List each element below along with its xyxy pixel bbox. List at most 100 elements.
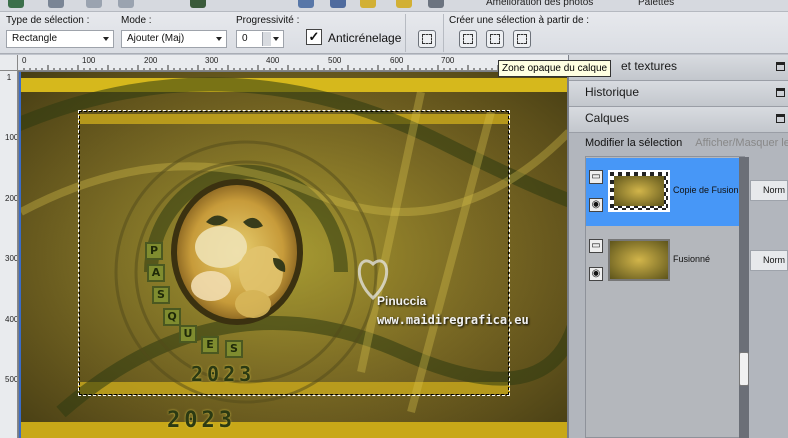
image-icon[interactable]: [298, 0, 314, 8]
ruler-tick-label: 400: [266, 56, 280, 65]
marquee-icon: [490, 34, 500, 44]
feather-input[interactable]: 0: [236, 30, 284, 48]
panel-layers-label: Calques: [585, 111, 630, 125]
ruler-tick-label: 200: [5, 194, 18, 203]
document-icon[interactable]: [428, 0, 444, 8]
show-hide-button[interactable]: Afficher/Masquer les: [695, 137, 788, 149]
selection-type-label: Type de sélection :: [6, 15, 90, 26]
chevron-down-icon: [216, 37, 222, 41]
layer-type-icon: ▭: [589, 239, 603, 253]
ruler-ticks: [23, 65, 565, 70]
ruler-tick-label: 700: [441, 56, 455, 65]
ruler-tick-label: 600: [390, 56, 404, 65]
marquee-icon: [422, 34, 432, 44]
layer-toolbar: Modifier la sélection Afficher/Masquer l…: [569, 134, 788, 155]
eye-icon[interactable]: ◉: [589, 198, 603, 212]
maximize-icon[interactable]: [776, 62, 785, 71]
rotate-icon[interactable]: [190, 0, 206, 8]
scrollbar-thumb[interactable]: [739, 352, 749, 386]
mode-label: Mode :: [121, 15, 152, 26]
letter-tile: U: [179, 325, 197, 343]
spinner-icon[interactable]: [262, 32, 271, 46]
image-window: 0 100 200 300 400 500 600 700 1 100 200 …: [0, 55, 568, 438]
year-text-large: 2023: [167, 408, 236, 433]
marquee-icon: [517, 34, 527, 44]
tool-options-bar: Type de sélection : Rectangle Mode : Ajo…: [0, 12, 788, 54]
palettes-menu[interactable]: Palettes: [638, 0, 674, 8]
letter-tile: E: [201, 336, 219, 354]
horizontal-ruler: 0 100 200 300 400 500 600 700: [18, 55, 568, 71]
marquee-icon: [463, 34, 473, 44]
ruler-tick-label: 100: [82, 56, 96, 65]
create-from-label: Créer une sélection à partir de :: [449, 15, 590, 26]
maximize-icon[interactable]: [776, 114, 785, 123]
feather-label: Progressivité :: [236, 15, 300, 26]
ruler-corner: [0, 55, 18, 71]
selection-type-select[interactable]: Rectangle: [6, 30, 114, 48]
panel-history-title[interactable]: Historique: [569, 81, 788, 107]
layer-row[interactable]: ▭ ◉ Copie de Fusionn: [586, 158, 744, 226]
layer-thumbnail: [608, 239, 670, 281]
panel-history-label: Historique: [585, 85, 640, 99]
ruler-tick-label: 1: [6, 73, 12, 82]
save-icon[interactable]: [330, 0, 346, 8]
ruler-tick-label: 500: [5, 375, 18, 384]
tool-icon[interactable]: [8, 0, 24, 8]
ruler-tick-label: 300: [205, 56, 219, 65]
selection-none-button[interactable]: [418, 30, 436, 48]
selection-marquee[interactable]: [78, 110, 510, 396]
ruler-tick-label: 500: [328, 56, 342, 65]
ruler-tick-label: 300: [5, 254, 18, 263]
selection-type-value: Rectangle: [12, 33, 58, 44]
letter-tile: P: [145, 242, 163, 260]
chevron-down-icon: [103, 37, 109, 41]
ruler-tick-label: 100: [5, 133, 18, 142]
year-text: 2023: [191, 362, 256, 386]
top-toolbar: Amélioration des photos Palettes: [0, 0, 788, 12]
layer-name[interactable]: Copie de Fusionn: [673, 185, 744, 195]
canvas-image[interactable]: P A S Q U E S 2023 2023: [19, 72, 567, 438]
blend-mode-select[interactable]: Norm: [750, 250, 788, 271]
watermark-name: Pinuccia: [377, 294, 427, 308]
letter-tile: Q: [163, 308, 181, 326]
maximize-icon[interactable]: [776, 88, 785, 97]
chevron-down-icon[interactable]: [273, 37, 279, 41]
photo-enhance-menu[interactable]: Amélioration des photos: [486, 0, 593, 8]
tooltip: Zone opaque du calque: [498, 60, 612, 77]
feather-value: 0: [242, 33, 248, 44]
print-icon[interactable]: [48, 0, 64, 8]
layers-list: ▭ ◉ Copie de Fusionn ▭ ◉ Fusionné: [585, 156, 745, 438]
selection-from-opaque-button[interactable]: [486, 30, 504, 48]
palette-panel: et textures Historique Calques Modifier …: [568, 55, 788, 438]
redo-icon[interactable]: [118, 0, 134, 8]
watermark-url: www.maidiregrafica.eu: [377, 313, 529, 327]
antialias-label: Anticrénelage: [328, 31, 402, 45]
blend-mode-select[interactable]: Norm: [750, 180, 788, 201]
eye-icon[interactable]: ◉: [589, 267, 603, 281]
modify-selection-button[interactable]: Modifier la sélection: [585, 137, 682, 149]
layer-type-icon: ▭: [589, 170, 603, 184]
layer-name[interactable]: Fusionné: [673, 254, 710, 264]
undo-icon[interactable]: [86, 0, 102, 8]
mode-select[interactable]: Ajouter (Maj): [121, 30, 227, 48]
layers-scrollbar[interactable]: [739, 157, 749, 438]
mode-value: Ajouter (Maj): [127, 33, 185, 44]
letter-tile: S: [152, 286, 170, 304]
zoom-icon[interactable]: [360, 0, 376, 8]
panel-materials-label: et textures: [621, 59, 678, 73]
antialias-checkbox[interactable]: ✓: [306, 29, 322, 45]
ruler-tick-label: 0: [22, 56, 27, 65]
letter-tile: A: [147, 264, 165, 282]
layer-row[interactable]: ▭ ◉ Fusionné: [586, 227, 742, 295]
selection-from-mask-button[interactable]: [513, 30, 531, 48]
separator: [405, 14, 406, 52]
thumbnail-art: [614, 176, 664, 206]
ruler-tick-label: 200: [144, 56, 158, 65]
separator: [443, 14, 444, 52]
ruler-tick-label: 400: [5, 315, 18, 324]
panel-layers-title[interactable]: Calques: [569, 107, 788, 133]
letter-tile: S: [225, 340, 243, 358]
selection-from-layer-button[interactable]: [459, 30, 477, 48]
search-icon[interactable]: [396, 0, 412, 8]
vertical-ruler: 1 100 200 300 400 500: [0, 71, 18, 438]
